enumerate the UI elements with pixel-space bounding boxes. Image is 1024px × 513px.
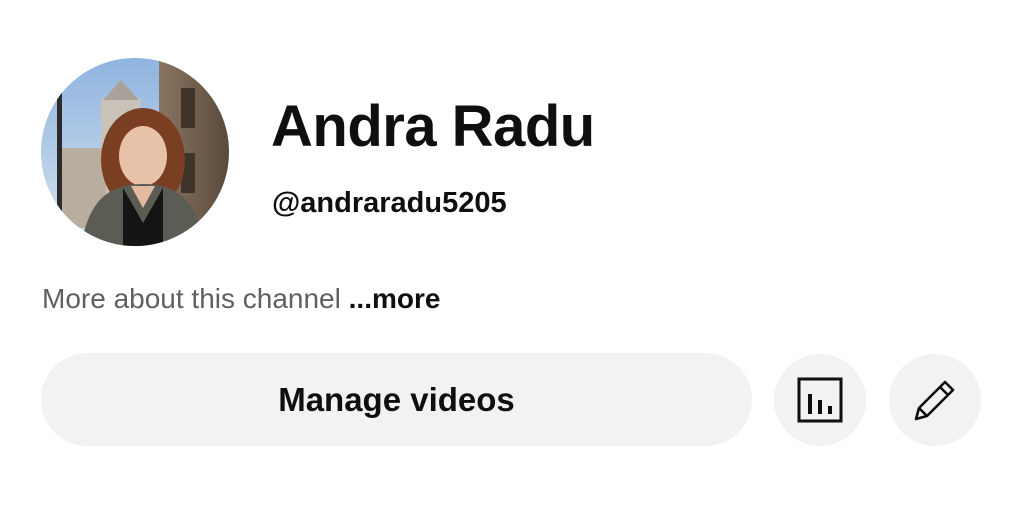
- more-link[interactable]: ...more: [349, 283, 441, 314]
- avatar[interactable]: [41, 58, 229, 246]
- about-text: More about this channel: [42, 283, 349, 314]
- pencil-icon: [914, 380, 955, 421]
- channel-description[interactable]: More about this channel ...more: [42, 282, 440, 316]
- avatar-photo: [41, 58, 229, 246]
- channel-name: Andra Radu: [271, 94, 595, 159]
- bar-chart-icon: [797, 377, 843, 423]
- manage-videos-button[interactable]: Manage videos: [41, 353, 752, 446]
- channel-header: Andra Radu @andraradu5205 More about thi…: [0, 0, 1024, 513]
- analytics-button[interactable]: [774, 354, 866, 446]
- edit-button[interactable]: [889, 354, 981, 446]
- channel-handle: @andraradu5205: [272, 187, 507, 219]
